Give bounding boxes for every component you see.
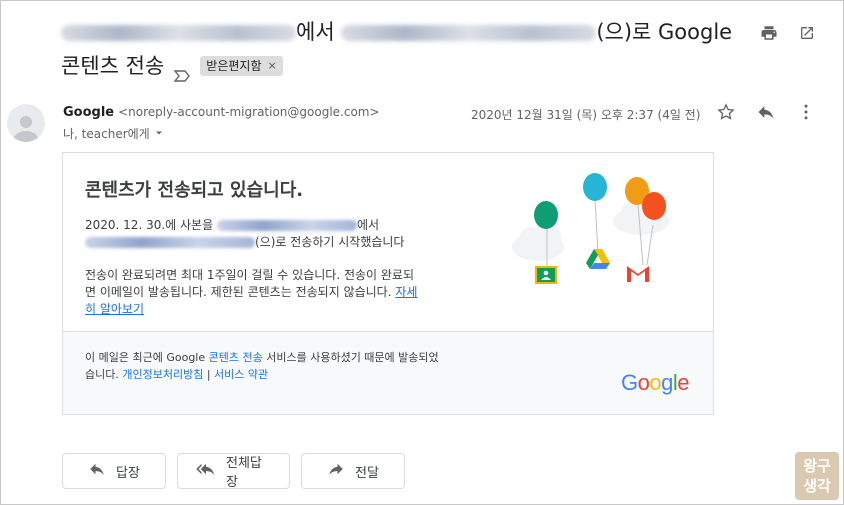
card-footer: 이 메일은 최근에 Google 콘텐츠 전송 서비스를 사용하셨기 때문에 발… [63,331,713,414]
reply-all-icon [196,460,216,482]
print-icon[interactable] [759,23,779,43]
label-chip-text: 받은편지함 [206,59,262,73]
open-in-new-icon[interactable] [797,23,817,43]
recipient-text: 나, teacher에게 [63,127,150,141]
reply-icon[interactable] [755,101,777,123]
forward-label: 전달 [355,465,379,481]
redacted-email [85,237,255,248]
logo-letter: g [661,370,673,395]
sender-name[interactable]: Google [63,105,114,120]
subject-actions [759,23,817,43]
paragraph-text: 2020. 12. 30.에 사본을 [85,218,214,232]
subject-text-1: 에서 [296,20,335,44]
terms-link[interactable]: 서비스 약관 [214,368,268,381]
avatar[interactable] [7,104,45,142]
redacted-email [341,25,597,41]
privacy-policy-link[interactable]: 개인정보처리방침 [122,368,203,381]
logo-letter: e [677,370,689,395]
watermark-logo: 왕구 생각 [795,452,839,500]
watermark-text: 생각 [803,477,831,495]
forward-button[interactable]: 전달 [301,453,405,489]
forward-icon [327,460,345,482]
card-title: 콘텐츠가 전송되고 있습니다. [85,180,304,201]
logo-letter: G [620,370,638,395]
google-logo: Google [620,370,690,396]
paragraph-text: 에서 [356,218,380,232]
content-transfer-link[interactable]: 콘텐츠 전송 [209,351,263,364]
chevron-down-icon [154,127,164,141]
subject-text-3: 콘텐츠 전송 [61,54,165,78]
subject-text-2: (으)로 Google [596,20,733,44]
reply-icon [88,460,106,482]
paragraph-text: (으)로 전송하기 시작했습니다 [255,235,405,249]
card-body: 2020. 12. 30.에 사본을 에서 (으)로 전송하기 시작했습니다 전… [85,217,425,334]
label-chip-inbox[interactable]: 받은편지함 × [200,56,283,76]
star-icon[interactable] [715,101,737,123]
paragraph-text: 전송이 완료되려면 최대 1주일이 걸릴 수 있습니다. 전송이 완료되면 이메… [85,268,415,299]
more-vert-icon[interactable] [795,101,817,123]
transfer-illustration [512,173,669,284]
email-subject: 에서 (으)로 Google 콘텐츠 전송 받은편지함 × [61,17,751,82]
redacted-email [61,25,296,41]
message-actions [715,101,817,123]
watermark-text: 왕구 [803,457,831,475]
sender-info: Google <noreply-account-migration@google.… [63,105,380,120]
reply-label: 답장 [116,465,140,481]
footer-separator: | [206,368,211,381]
logo-letter: o [649,370,662,395]
email-view: 에서 (으)로 Google 콘텐츠 전송 받은편지함 × Google <nor… [0,0,844,505]
reply-button[interactable]: 답장 [62,453,166,489]
email-date: 2020년 12월 31일 (목) 오후 2:37 (4일 전) [471,108,701,122]
reply-actions: 답장 전체답장 전달 [62,453,405,490]
card-paragraph-1: 2020. 12. 30.에 사본을 에서 (으)로 전송하기 시작했습니다 [85,217,425,251]
footer-text-part: 이 메일은 최근에 Google [85,351,206,364]
email-body-card: 콘텐츠가 전송되고 있습니다. 2020. 12. 30.에 사본을 에서 (으… [62,152,714,415]
recipient-details-toggle[interactable]: 나, teacher에게 [63,125,164,142]
reply-all-button[interactable]: 전체답장 [177,453,290,490]
importance-marker-icon[interactable] [173,60,191,82]
remove-label-icon[interactable]: × [267,58,276,74]
reply-all-label: 전체답장 [226,456,262,490]
sender-email: <noreply-account-migration@google.com> [118,105,380,119]
logo-letter: o [637,370,650,395]
card-paragraph-2: 전송이 완료되려면 최대 1주일이 걸릴 수 있습니다. 전송이 완료되면 이메… [85,267,425,318]
footer-text: 이 메일은 최근에 Google 콘텐츠 전송 서비스를 사용하셨기 때문에 발… [85,349,445,383]
redacted-email [216,220,357,231]
